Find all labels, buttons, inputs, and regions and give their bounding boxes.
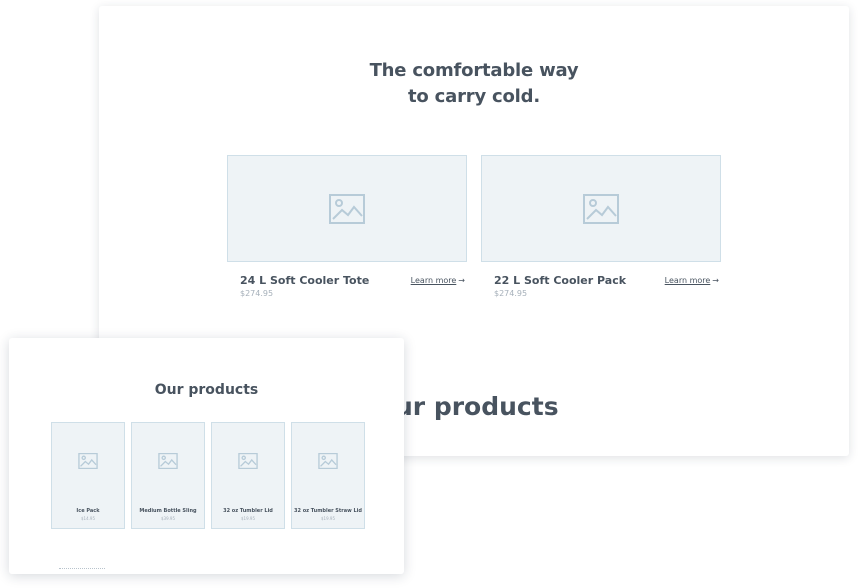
learn-more-label[interactable]: Learn more [411,276,457,285]
image-placeholder-icon [78,453,98,469]
product-tile-name: 32 oz Tumbler Lid [223,508,273,514]
learn-more-link[interactable]: Learn more → [665,276,719,285]
product-image-placeholder [227,155,467,262]
featured-product-card[interactable]: 24 L Soft Cooler Tote $274.95 Learn more… [227,155,467,298]
image-placeholder-icon [583,193,619,224]
product-price: $274.95 [494,289,528,298]
products-section-title: Our products [154,382,259,398]
page-stage: The comfortable way to carry cold. 24 L … [0,0,859,588]
product-tile-price: $19.95 [241,516,255,521]
product-tile-price: $39.95 [161,516,175,521]
product-tile[interactable]: 32 oz Tumbler Straw Lid $19.95 [291,422,365,529]
featured-product-card[interactable]: 22 L Soft Cooler Pack $274.95 Learn more… [481,155,721,298]
product-tile[interactable]: Medium Bottle Sling $39.95 [131,422,205,529]
product-tile-name: 32 oz Tumbler Straw Lid [294,508,362,514]
product-price: $274.95 [240,289,274,298]
hero-title-line1: The comfortable way [369,60,579,81]
arrow-right-icon: → [458,276,465,285]
mobile-preview-card: Our products Ice Pack $14.95 Medium Bott… [9,338,404,574]
product-tile[interactable]: Ice Pack $14.95 [51,422,125,529]
product-tile[interactable]: 32 oz Tumbler Lid $19.95 [211,422,285,529]
hero-title-line2: to carry cold. [408,86,540,107]
arrow-right-icon: → [712,276,719,285]
product-tile-name: Medium Bottle Sling [139,508,197,514]
product-name: 22 L Soft Cooler Pack [494,274,627,287]
product-tile-price: $19.95 [321,516,335,521]
product-image-placeholder [481,155,721,262]
learn-more-link[interactable]: Learn more → [411,276,465,285]
image-placeholder-icon [158,453,178,469]
product-tile-name: Ice Pack [76,508,100,514]
product-name: 24 L Soft Cooler Tote [240,274,370,287]
image-placeholder-icon [238,453,258,469]
section-heading: ur products [395,392,559,421]
learn-more-label[interactable]: Learn more [665,276,711,285]
image-placeholder-icon [329,193,365,224]
divider [59,568,105,571]
product-tile-price: $14.95 [81,516,95,521]
image-placeholder-icon [318,453,338,469]
